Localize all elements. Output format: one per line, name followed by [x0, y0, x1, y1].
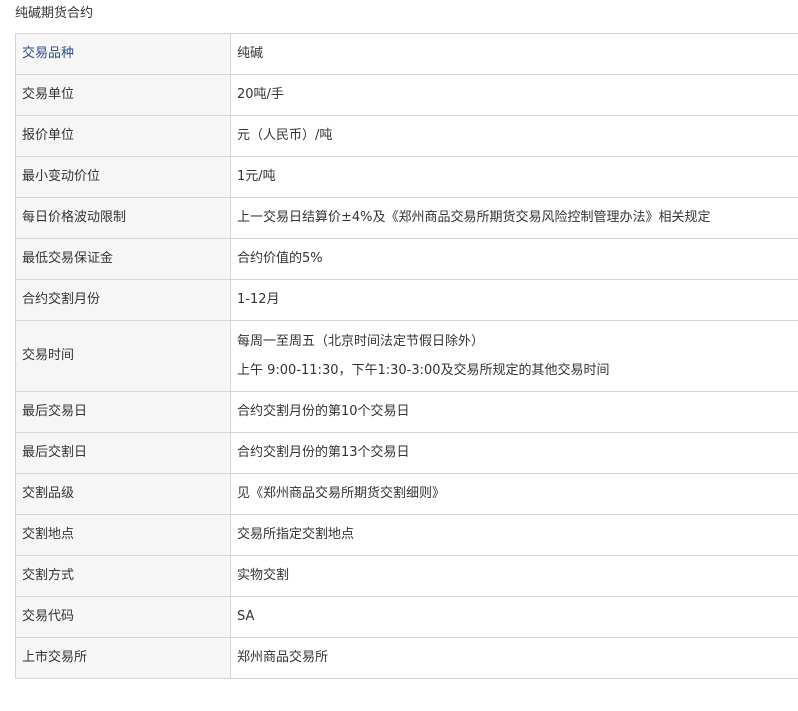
row-label: 交割品级: [15, 473, 231, 515]
row-label: 交易时间: [15, 320, 231, 392]
row-label: 交割地点: [15, 514, 231, 556]
row-value: 合约交割月份的第13个交易日: [230, 432, 798, 474]
table-row: 最后交割日 合约交割月份的第13个交易日: [15, 432, 798, 474]
row-label: 最后交割日: [15, 432, 231, 474]
row-value: 合约价值的5%: [230, 238, 798, 280]
table-row: 合约交割月份 1-12月: [15, 279, 798, 321]
trading-days-line: 每周一至周五（北京时间法定节假日除外）: [237, 333, 485, 349]
row-value: 1-12月: [230, 279, 798, 321]
row-value: 实物交割: [230, 555, 798, 597]
row-label: 交易品种: [15, 33, 231, 75]
table-row: 每日价格波动限制 上一交易日结算价±4%及《郑州商品交易所期货交易风险控制管理办…: [15, 197, 798, 239]
table-row: 最低交易保证金 合约价值的5%: [15, 238, 798, 280]
table-row: 上市交易所 郑州商品交易所: [15, 637, 798, 679]
table-row: 报价单位 元（人民币）/吨: [15, 115, 798, 157]
table-caption: 纯碱期货合约: [15, 6, 94, 21]
row-value: 见《郑州商品交易所期货交割细则》: [230, 473, 798, 515]
row-label: 最后交易日: [15, 391, 231, 433]
row-label: 每日价格波动限制: [15, 197, 231, 239]
row-value: 合约交割月份的第10个交易日: [230, 391, 798, 433]
row-label: 最低交易保证金: [15, 238, 231, 280]
row-label: 最小变动价位: [15, 156, 231, 198]
row-label: 交易代码: [15, 596, 231, 638]
table-row: 交割地点 交易所指定交割地点: [15, 514, 798, 556]
table-row: 最小变动价位 1元/吨: [15, 156, 798, 198]
row-label: 交割方式: [15, 555, 231, 597]
row-value: 郑州商品交易所: [230, 637, 798, 679]
row-value: 交易所指定交割地点: [230, 514, 798, 556]
contract-spec-table: 交易品种 纯碱 交易单位 20吨/手 报价单位 元（人民币）/吨 最小变动价位 …: [15, 33, 798, 679]
table-row: 交易单位 20吨/手: [15, 74, 798, 116]
row-value: 纯碱: [230, 33, 798, 75]
table-row: 交割品级 见《郑州商品交易所期货交割细则》: [15, 473, 798, 515]
row-value: 元（人民币）/吨: [230, 115, 798, 157]
row-value-multiline: 每周一至周五（北京时间法定节假日除外） 上午 9:00-11:30，下午1:30…: [230, 320, 798, 392]
row-label: 交易单位: [15, 74, 231, 116]
row-value: 20吨/手: [230, 74, 798, 116]
row-label: 上市交易所: [15, 637, 231, 679]
trading-hours-line: 上午 9:00-11:30，下午1:30-3:00及交易所规定的其他交易时间: [237, 362, 610, 378]
row-label: 合约交割月份: [15, 279, 231, 321]
table-row: 交易时间 每周一至周五（北京时间法定节假日除外） 上午 9:00-11:30，下…: [15, 320, 798, 392]
table-row: 交割方式 实物交割: [15, 555, 798, 597]
row-label: 报价单位: [15, 115, 231, 157]
table-row: 交易代码 SA: [15, 596, 798, 638]
row-value: 1元/吨: [230, 156, 798, 198]
row-value: SA: [230, 596, 798, 638]
table-row: 最后交易日 合约交割月份的第10个交易日: [15, 391, 798, 433]
row-value: 上一交易日结算价±4%及《郑州商品交易所期货交易风险控制管理办法》相关规定: [230, 197, 798, 239]
table-row: 交易品种 纯碱: [15, 33, 798, 75]
